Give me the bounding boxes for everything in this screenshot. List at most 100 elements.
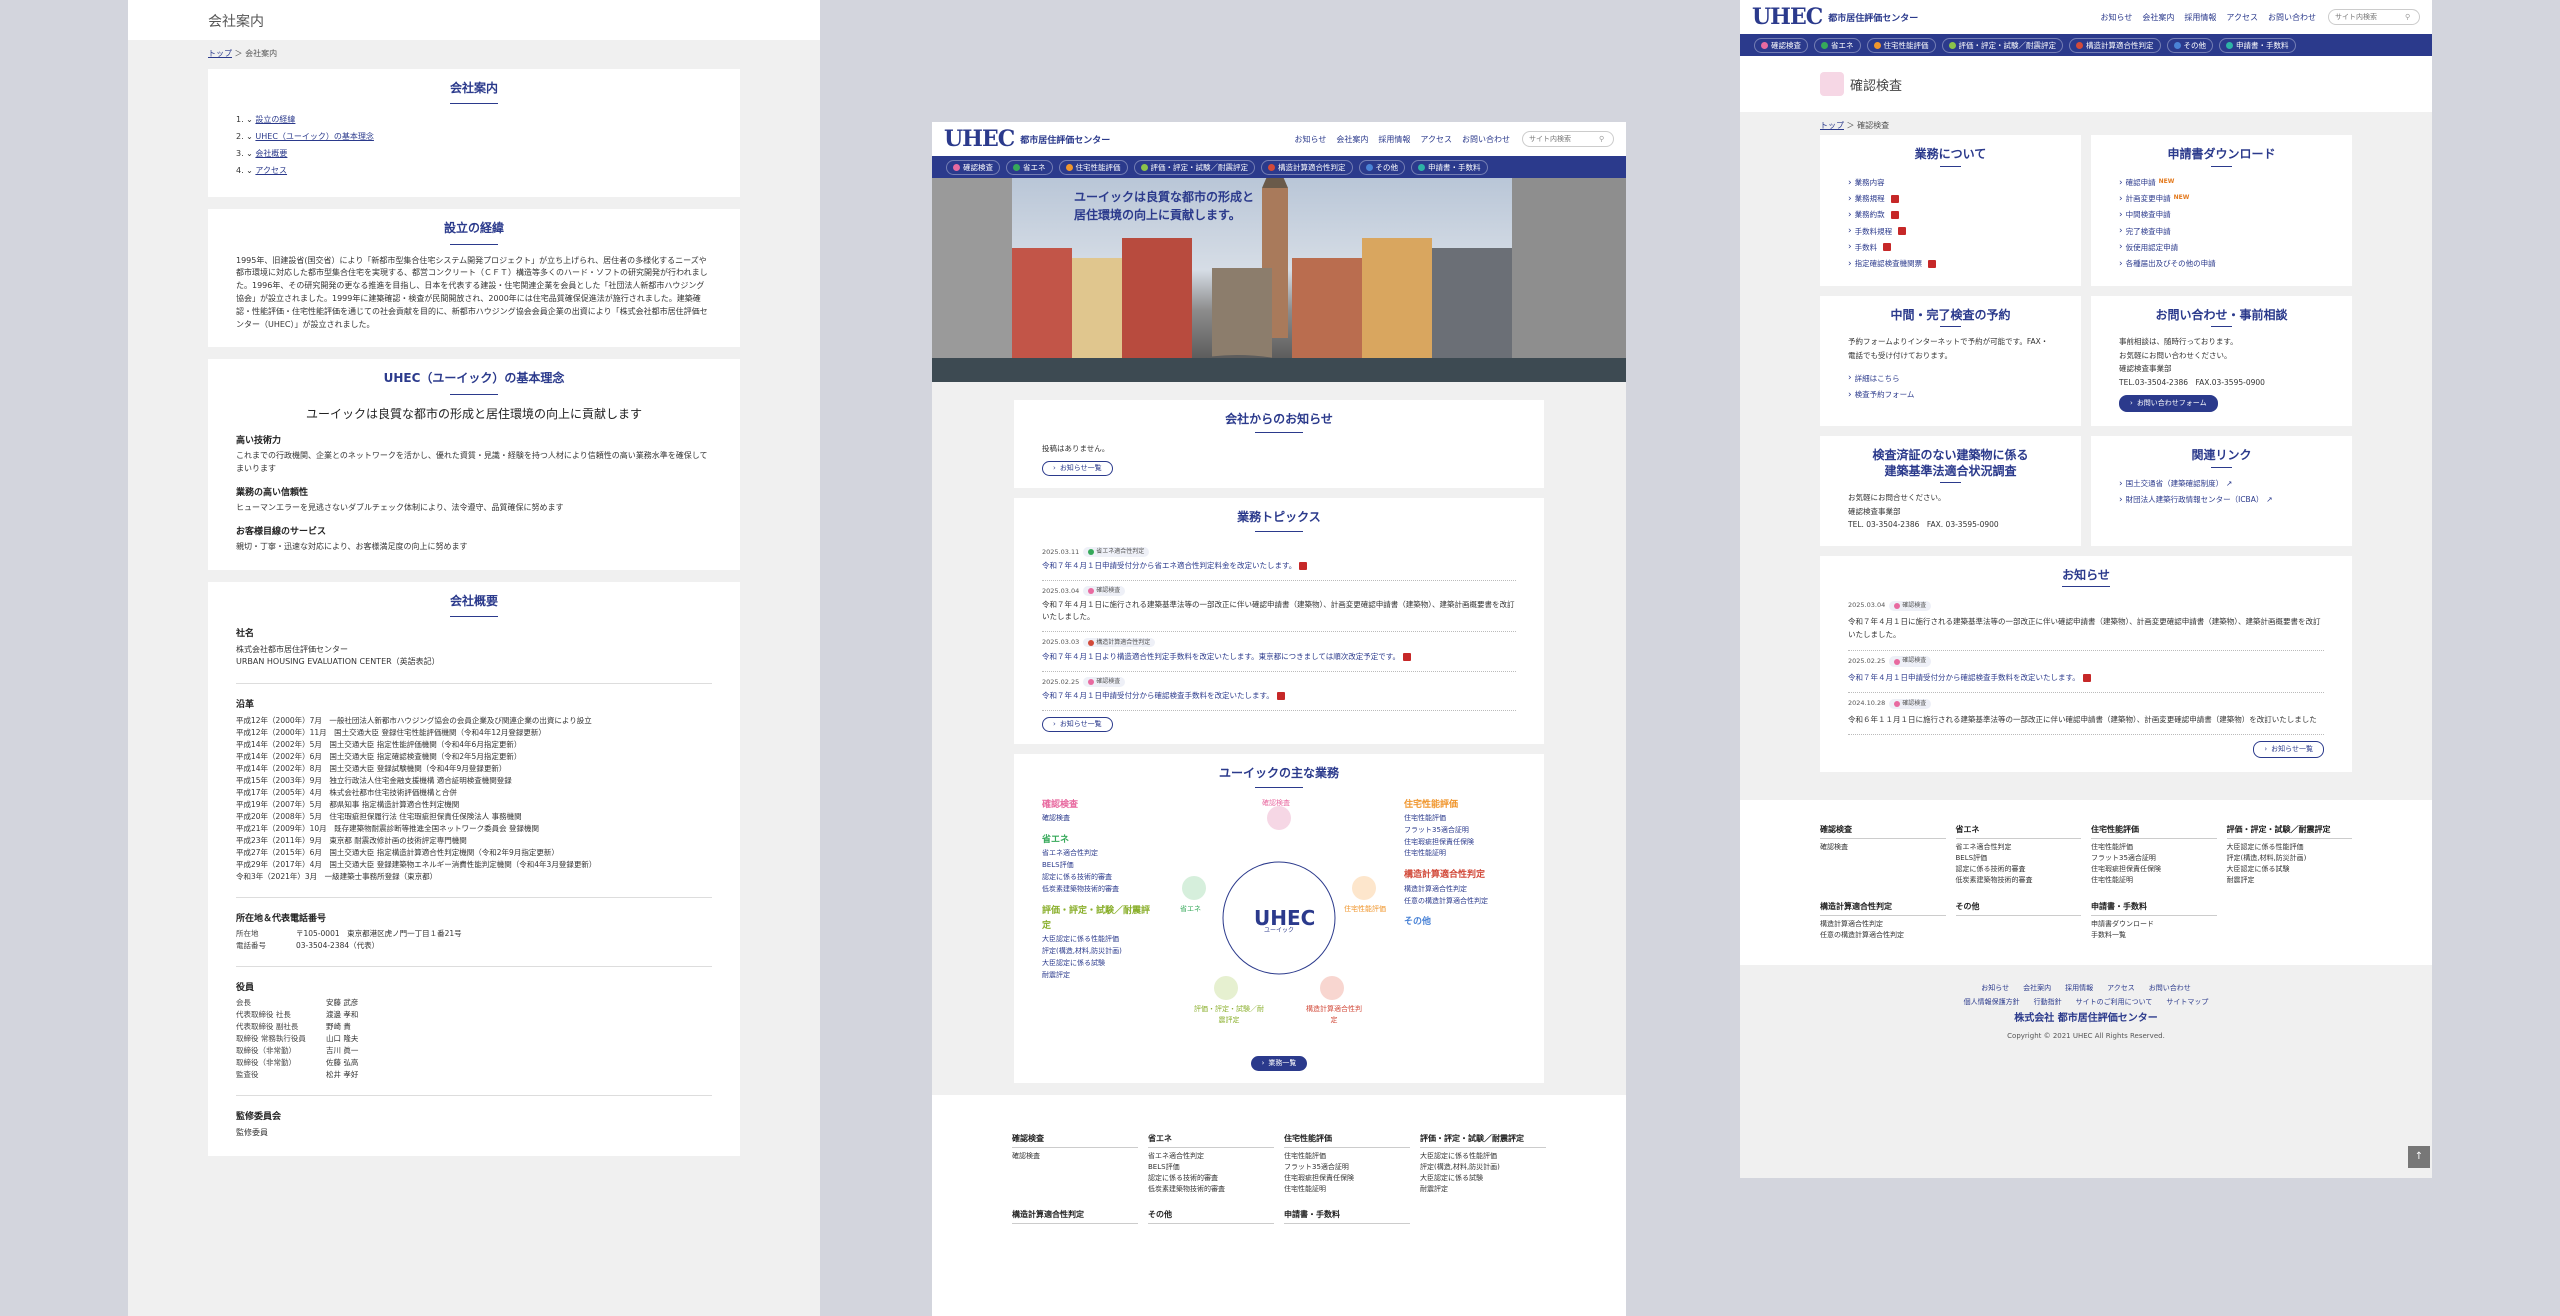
biz-link[interactable]: 確認検査 [1042, 813, 1154, 825]
footer-heading[interactable]: 確認検査 [1012, 1133, 1138, 1148]
footer-link[interactable]: 省エネ適合性判定 [1956, 842, 2082, 853]
footer-link[interactable]: 住宅性能評価 [2091, 842, 2217, 853]
gnav-shoene[interactable]: 省エネ [1006, 159, 1053, 175]
business-list-button[interactable]: › 業務一覧 [1250, 1055, 1308, 1071]
bottom-link[interactable]: お知らせ [1981, 981, 2009, 995]
toc-link-access[interactable]: アクセス [255, 166, 287, 175]
footer-heading[interactable]: 構造計算適合性判定 [1820, 901, 1946, 916]
topic-link[interactable]: 令和７年４月１日より構造適合性判定手数料を改定いたします。東京都につきましては順… [1042, 652, 1411, 661]
footer-link[interactable]: 大臣認定に係る性能評価 [1420, 1151, 1546, 1162]
biz-link[interactable]: 大臣認定に係る試験 [1042, 958, 1154, 970]
about-link[interactable]: 業務規程 [1848, 191, 2053, 207]
scroll-top-button[interactable]: ↑ [2408, 1146, 2430, 1168]
footer-link[interactable]: 評定(構造,材料,防災計画) [2227, 853, 2353, 864]
footer-link[interactable]: 確認検査 [1012, 1151, 1138, 1162]
footer-link[interactable]: 認定に係る技術的審査 [1148, 1173, 1274, 1184]
related-link[interactable]: 財団法人建築行政情報センター（ICBA）↗ [2119, 492, 2324, 508]
nav-recruit[interactable]: 採用情報 [1378, 134, 1410, 145]
footer-heading[interactable]: 住宅性能評価 [1284, 1133, 1410, 1148]
nav-news[interactable]: お知らせ [1295, 134, 1327, 145]
about-link[interactable]: 手数料規程 [1848, 223, 2053, 239]
bottom-link[interactable]: 会社案内 [2023, 981, 2051, 995]
footer-link[interactable]: 省エネ適合性判定 [1148, 1151, 1274, 1162]
footer-heading[interactable]: 省エネ [1955, 824, 2081, 839]
biz-link[interactable]: 任意の構造計算適合性判定 [1404, 896, 1516, 908]
nav-company[interactable]: 会社案内 [2142, 12, 2174, 23]
footer-link[interactable]: 低炭素建築物技術的審査 [1956, 875, 2082, 886]
news-link[interactable]: 令和７年４月１日申請受付分から確認検査手数料を改定いたします。 [1848, 673, 2091, 682]
gnav-fees[interactable]: 申請書・手数料 [1411, 159, 1488, 175]
footer-link[interactable]: BELS評価 [1148, 1162, 1274, 1173]
bottom-link[interactable]: お問い合わせ [2149, 981, 2191, 995]
bottom-link[interactable]: アクセス [2107, 981, 2135, 995]
notice-list-button[interactable]: › お知らせ一覧 [1042, 461, 1113, 477]
footer-heading[interactable]: その他 [1148, 1209, 1274, 1225]
toc-link-history[interactable]: 設立の経緯 [255, 115, 295, 124]
footer-heading[interactable]: 構造計算適合性判定 [1012, 1209, 1138, 1225]
breadcrumb-top-link[interactable]: トップ [208, 49, 232, 58]
related-link[interactable]: 国土交通省（建築確認制度）↗ [2119, 476, 2324, 492]
footer-heading[interactable]: その他 [1955, 901, 2081, 916]
biz-link[interactable]: 耐震評定 [1042, 970, 1154, 982]
gnav-hyouka[interactable]: 評価・評定・試験／耐震評定 [1133, 159, 1255, 175]
gnav-seinou[interactable]: 住宅性能評価 [1866, 37, 1936, 53]
gnav-hyouka[interactable]: 評価・評定・試験／耐震評定 [1941, 37, 2063, 53]
footer-link[interactable]: 住宅性能証明 [1284, 1184, 1410, 1195]
biz-link[interactable]: 大臣認定に係る性能評価 [1042, 934, 1154, 946]
footer-link[interactable]: 大臣認定に係る性能評価 [2227, 842, 2353, 853]
footer-link[interactable]: フラット35適合証明 [1284, 1162, 1410, 1173]
footer-link[interactable]: 構造計算適合性判定 [1820, 919, 1946, 930]
download-link[interactable]: 中間検査申請 [2119, 207, 2324, 223]
footer-link[interactable]: 住宅性能証明 [2091, 875, 2217, 886]
download-link[interactable]: 各種届出及びその他の申請 [2119, 256, 2324, 272]
footer-heading[interactable]: 評価・評定・試験／耐震評定 [2226, 824, 2352, 839]
footer-heading[interactable]: 確認検査 [1820, 824, 1946, 839]
about-link[interactable]: 指定確認検査機関票 [1848, 256, 2053, 272]
nav-recruit[interactable]: 採用情報 [2184, 12, 2216, 23]
footer-heading[interactable]: 住宅性能評価 [2091, 824, 2217, 839]
nav-access[interactable]: アクセス [2226, 12, 2258, 23]
breadcrumb-top-link[interactable]: トップ [1820, 121, 1844, 130]
topic-link[interactable]: 令和７年４月１日申請受付分から確認検査手数料を改定いたします。 [1042, 691, 1285, 701]
footer-link[interactable]: 手数料一覧 [2091, 930, 2217, 941]
site-logo[interactable]: UHEC [944, 126, 1015, 152]
topics-list-button[interactable]: › お知らせ一覧 [1042, 717, 1113, 733]
bottom-link[interactable]: 行動指針 [2034, 995, 2062, 1009]
gnav-other[interactable]: その他 [2166, 37, 2213, 53]
footer-link[interactable]: フラット35適合証明 [2091, 853, 2217, 864]
biz-link[interactable]: 住宅瑕疵担保責任保険 [1404, 837, 1516, 849]
biz-link[interactable]: BELS評価 [1042, 860, 1154, 872]
biz-link[interactable]: フラット35適合証明 [1404, 825, 1516, 837]
download-link[interactable]: 確認申請NEW [2119, 175, 2324, 191]
gnav-kakunin[interactable]: 確認検査 [1754, 37, 1808, 53]
gnav-kouzou[interactable]: 構造計算適合性判定 [2069, 37, 2161, 53]
reservation-detail-link[interactable]: 詳細はこちら [1848, 370, 2053, 386]
bottom-link[interactable]: 個人情報保護方針 [1964, 995, 2020, 1009]
footer-link[interactable]: 耐震評定 [1420, 1184, 1546, 1195]
biz-link[interactable]: 認定に係る技術的審査 [1042, 872, 1154, 884]
footer-link[interactable]: 耐震評定 [2227, 875, 2353, 886]
biz-link[interactable]: 評定(構造,材料,防災計画) [1042, 946, 1154, 958]
reservation-form-link[interactable]: 検査予約フォーム [1848, 387, 2053, 403]
nav-company[interactable]: 会社案内 [1336, 134, 1368, 145]
biz-link[interactable]: 構造計算適合性判定 [1404, 884, 1516, 896]
footer-link[interactable]: 認定に係る技術的審査 [1956, 864, 2082, 875]
biz-link[interactable]: 住宅性能証明 [1404, 848, 1516, 860]
nav-news[interactable]: お知らせ [2101, 12, 2133, 23]
gnav-seinou[interactable]: 住宅性能評価 [1058, 159, 1128, 175]
footer-link[interactable]: 住宅瑕疵担保責任保険 [1284, 1173, 1410, 1184]
toc-link-overview[interactable]: 会社概要 [255, 149, 287, 158]
footer-link[interactable]: 申請書ダウンロード [2091, 919, 2217, 930]
download-link[interactable]: 計画変更申請NEW [2119, 191, 2324, 207]
gnav-kakunin[interactable]: 確認検査 [946, 159, 1000, 175]
biz-link[interactable]: 低炭素建築物技術的審査 [1042, 884, 1154, 896]
bottom-link[interactable]: 採用情報 [2065, 981, 2093, 995]
footer-link[interactable]: 住宅性能評価 [1284, 1151, 1410, 1162]
gnav-shoene[interactable]: 省エネ [1814, 37, 1861, 53]
bottom-link[interactable]: サイトのご利用について [2076, 995, 2153, 1009]
footer-link[interactable]: 大臣認定に係る試験 [2227, 864, 2353, 875]
gnav-kouzou[interactable]: 構造計算適合性判定 [1261, 159, 1353, 175]
footer-heading[interactable]: 評価・評定・試験／耐震評定 [1420, 1133, 1546, 1148]
site-logo[interactable]: UHEC [1752, 4, 1823, 30]
footer-link[interactable]: 確認検査 [1820, 842, 1946, 853]
